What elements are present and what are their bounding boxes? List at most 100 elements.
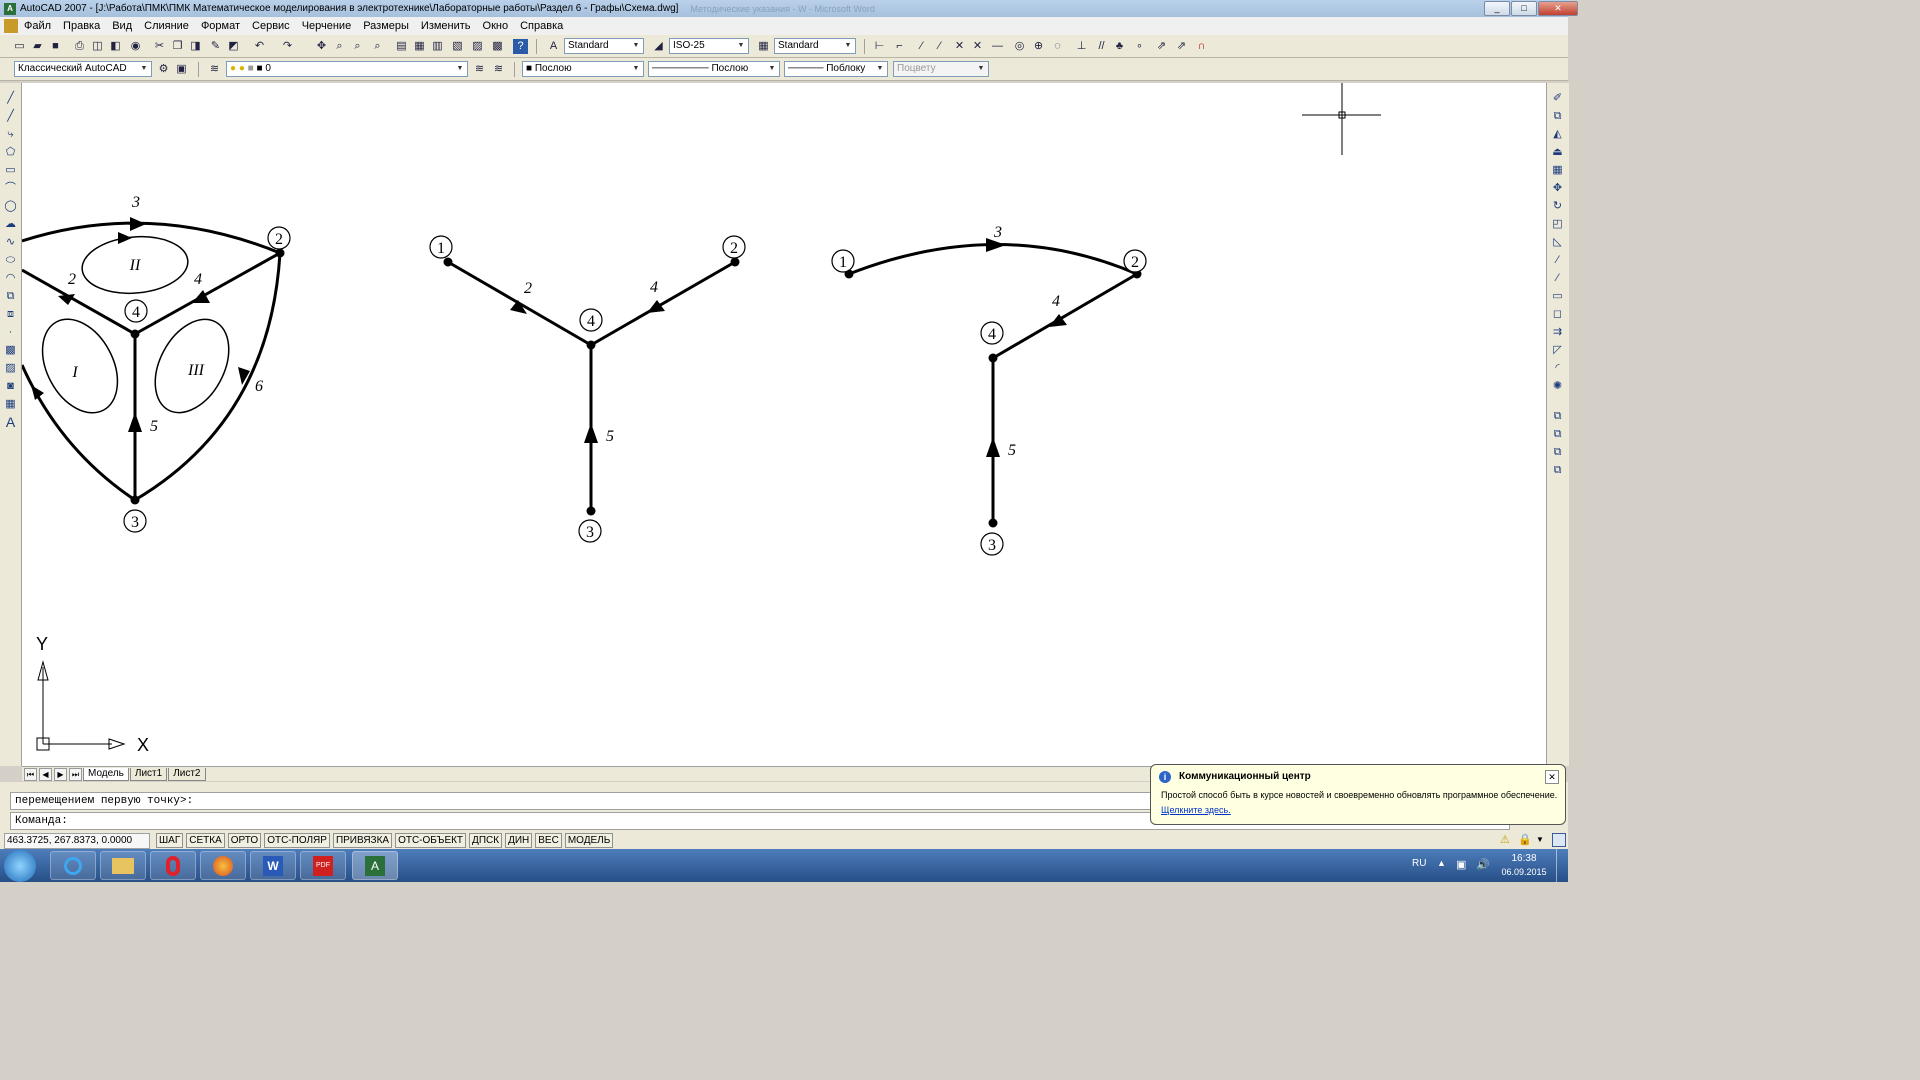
fillet-icon[interactable]: ◜ <box>1550 361 1565 376</box>
tool-palettes-icon[interactable]: ▥ <box>430 39 445 54</box>
drawing-canvas[interactable]: 2 4 3 1 2 4 3 1 2 4 3 3 2 4 5 6 I II III… <box>22 83 1546 766</box>
menu-file[interactable]: Файл <box>18 20 57 32</box>
first-tab-icon[interactable]: ⏮ <box>24 767 37 781</box>
tab-layout2[interactable]: Лист2 <box>168 767 206 781</box>
layer-manager-icon[interactable]: ≋ <box>207 62 222 77</box>
coordinates-readout[interactable]: 463.3725, 267.8373, 0.0000 <box>4 832 150 849</box>
copy-icon[interactable]: ❐ <box>170 39 185 54</box>
color-select[interactable]: ■ Послою ▼ <box>522 61 644 77</box>
tray-expand-icon[interactable]: ▲ <box>1437 858 1446 868</box>
construction-line-icon[interactable]: ╱ <box>3 109 18 124</box>
arc-length-icon[interactable]: ⁄ <box>914 39 929 54</box>
dim-text-edit-icon[interactable]: ⇗ <box>1174 39 1189 54</box>
menu-help[interactable]: Справка <box>514 20 569 32</box>
layer-previous-icon[interactable]: ≋ <box>491 62 506 77</box>
new-file-icon[interactable]: ▭ <box>12 39 27 54</box>
save-icon[interactable]: ■ <box>48 39 63 54</box>
draw-order-above-icon[interactable]: ⧉ <box>1550 445 1565 460</box>
copy-object-icon[interactable]: ⧉ <box>1550 109 1565 124</box>
menu-view[interactable]: Вид <box>106 20 138 32</box>
array-icon[interactable]: ▦ <box>1550 163 1565 178</box>
zoom-window-icon[interactable]: ⌕ <box>350 39 365 54</box>
table-style-select[interactable]: Standard ▼ <box>774 38 856 54</box>
quick-leader-icon[interactable]: // <box>1094 39 1109 54</box>
draw-order-under-icon[interactable]: ⧉ <box>1550 463 1565 478</box>
scale-icon[interactable]: ◰ <box>1550 217 1565 232</box>
circle-icon[interactable]: ◯ <box>3 199 18 214</box>
opera-taskbar-icon[interactable] <box>150 851 196 880</box>
aligned-dim-icon[interactable]: ⌐ <box>892 39 907 54</box>
pdf-taskbar-icon[interactable]: PDF <box>300 851 346 880</box>
diameter-icon[interactable]: — <box>990 39 1005 54</box>
balloon-link[interactable]: Щелкните здесь. <box>1161 805 1231 815</box>
erase-icon[interactable]: ✐ <box>1550 91 1565 106</box>
multiline-text-icon[interactable]: A <box>3 415 18 430</box>
lock-icon[interactable]: 🔒 <box>1518 834 1532 846</box>
make-current-layer-icon[interactable]: ≋ <box>472 62 487 77</box>
menu-draw[interactable]: Черчение <box>296 20 358 32</box>
help-icon[interactable]: ? <box>513 39 528 54</box>
rectangle-icon[interactable]: ▭ <box>3 163 18 178</box>
menu-tools[interactable]: Сервис <box>246 20 296 32</box>
draw-order-back-icon[interactable]: ⧉ <box>1550 427 1565 442</box>
text-style-select[interactable]: Standard ▼ <box>564 38 644 54</box>
table-icon[interactable]: ▦ <box>3 397 18 412</box>
last-tab-icon[interactable]: ⏭ <box>69 767 82 781</box>
break-icon[interactable]: ◻ <box>1550 307 1565 322</box>
clean-screen-icon[interactable] <box>1552 833 1566 847</box>
save-workspace-icon[interactable]: ▣ <box>174 62 189 77</box>
jogged-icon[interactable]: ✕ <box>970 39 985 54</box>
move-icon[interactable]: ✥ <box>1550 181 1565 196</box>
properties-icon[interactable]: ▤ <box>394 39 409 54</box>
dim-update-icon[interactable]: ∩ <box>1194 39 1209 54</box>
chamfer-icon[interactable]: ◸ <box>1550 343 1565 358</box>
redo-icon[interactable]: ↷ <box>280 39 295 54</box>
ducs-toggle[interactable]: ДПСК <box>469 833 503 848</box>
ie-taskbar-icon[interactable] <box>50 851 96 880</box>
zoom-previous-icon[interactable]: ⌕ <box>370 39 385 54</box>
polyline-icon[interactable]: ⤷ <box>3 127 18 142</box>
layer-select[interactable]: ● ● ■ ■ 0 ▼ <box>226 61 468 77</box>
paste-icon[interactable]: ◨ <box>188 39 203 54</box>
print-icon[interactable]: ⎙ <box>72 39 87 54</box>
offset-icon[interactable]: ⏏ <box>1550 145 1565 160</box>
menu-modify[interactable]: Изменить <box>415 20 477 32</box>
ordinate-icon[interactable]: ⁄ <box>932 39 947 54</box>
menu-window[interactable]: Окно <box>477 20 515 32</box>
balloon-close-button[interactable]: ✕ <box>1545 770 1559 784</box>
tolerance-icon[interactable]: ♣ <box>1112 39 1127 54</box>
otrack-toggle[interactable]: ОТС-ОБЪЕКТ <box>395 833 467 848</box>
ortho-toggle[interactable]: ОРТО <box>227 833 262 848</box>
plot-preview-icon[interactable]: ◫ <box>90 39 105 54</box>
ellipse-arc-icon[interactable]: ◠ <box>3 271 18 286</box>
firefox-taskbar-icon[interactable] <box>200 851 246 880</box>
rotate-icon[interactable]: ↻ <box>1550 199 1565 214</box>
break-at-point-icon[interactable]: ▭ <box>1550 289 1565 304</box>
model-toggle[interactable]: МОДЕЛЬ <box>564 833 614 848</box>
spline-icon[interactable]: ∿ <box>3 235 18 250</box>
network-icon[interactable]: ▣ <box>1456 858 1466 871</box>
open-file-icon[interactable]: ▰ <box>30 39 45 54</box>
document-icon[interactable] <box>4 19 18 33</box>
table-style-icon[interactable]: ▦ <box>756 39 771 54</box>
3d-dwf-icon[interactable]: ◉ <box>128 39 143 54</box>
language-indicator[interactable]: RU <box>1412 858 1426 869</box>
quick-dim-icon[interactable]: ⊕ <box>1031 39 1046 54</box>
point-icon[interactable]: · <box>3 325 18 340</box>
calculator-icon[interactable]: ▩ <box>490 39 505 54</box>
continue-icon[interactable]: ⊥ <box>1074 39 1089 54</box>
minimize-button[interactable]: _ <box>1484 1 1510 16</box>
undo-icon[interactable]: ↶ <box>252 39 267 54</box>
publish-icon[interactable]: ◧ <box>108 39 123 54</box>
dim-edit-icon[interactable]: ⇗ <box>1154 39 1169 54</box>
zoom-realtime-icon[interactable]: ⌕ <box>332 39 347 54</box>
word-taskbar-icon[interactable]: W <box>250 851 296 880</box>
autocad-taskbar-icon[interactable]: A <box>352 851 398 880</box>
arc-icon[interactable]: ⌒ <box>3 181 18 196</box>
explode-icon[interactable]: ✺ <box>1550 379 1565 394</box>
stretch-icon[interactable]: ◺ <box>1550 235 1565 250</box>
menu-merge[interactable]: Слияние <box>138 20 195 32</box>
design-center-icon[interactable]: ▦ <box>412 39 427 54</box>
lineweight-toggle[interactable]: ВЕС <box>535 833 562 848</box>
block-editor-icon[interactable]: ◩ <box>226 39 241 54</box>
